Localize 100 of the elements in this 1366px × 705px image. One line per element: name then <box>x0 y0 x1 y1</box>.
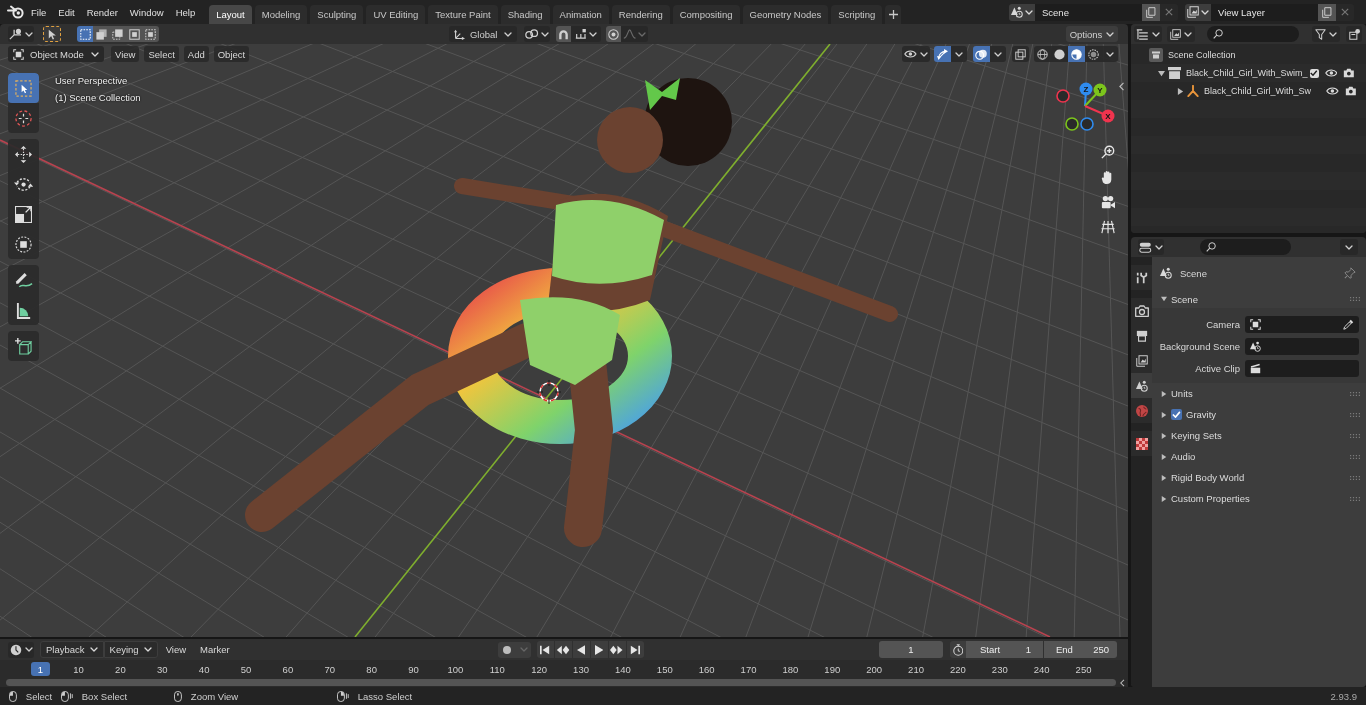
tool-button[interactable] <box>8 295 39 325</box>
scrollbar[interactable] <box>6 679 1117 686</box>
selection-mode-button[interactable] <box>93 26 110 42</box>
overlay-toggle[interactable] <box>973 46 990 62</box>
active-tool-button[interactable] <box>43 26 61 42</box>
options-dropdown[interactable]: Options <box>1066 26 1118 42</box>
shading-mode-button[interactable] <box>1085 46 1102 62</box>
proportional-edit-toggle[interactable] <box>605 26 621 42</box>
properties-tab[interactable] <box>1131 431 1152 456</box>
pivot-dropdown[interactable] <box>523 26 550 42</box>
workspace-tab[interactable]: Texture Paint <box>428 5 498 24</box>
preview-range-toggle[interactable] <box>950 641 966 658</box>
view-layer-browse-button[interactable] <box>1185 3 1211 21</box>
editor-type-button[interactable] <box>1138 239 1164 255</box>
menu-item[interactable]: Render <box>80 2 124 22</box>
properties-tab[interactable] <box>1131 348 1152 373</box>
workspace-tab[interactable]: Rendering <box>611 5 670 24</box>
object-picker-field[interactable] <box>1245 359 1359 377</box>
disclosure-triangle-icon[interactable] <box>1176 87 1184 95</box>
eye-icon[interactable] <box>1326 87 1339 95</box>
shading-dropdown[interactable] <box>1102 46 1118 62</box>
workspace-tab[interactable]: Animation <box>552 5 609 24</box>
copy-button[interactable] <box>1318 3 1336 21</box>
menu-dropdown[interactable]: Playback <box>40 641 104 658</box>
menu-item[interactable]: File <box>25 2 53 22</box>
copy-button[interactable] <box>1142 3 1160 21</box>
scene-name-field[interactable]: Scene <box>1035 3 1142 21</box>
app-logo-icon[interactable] <box>7 5 25 19</box>
workspace-tab[interactable]: Scripting <box>831 5 883 24</box>
drag-handle-icon[interactable] <box>1350 297 1360 301</box>
workspace-tab[interactable]: Compositing <box>672 5 740 24</box>
view-layer-dropdown[interactable] <box>1167 26 1195 42</box>
axis-handle[interactable]: X <box>1084 105 1115 123</box>
close-button[interactable] <box>1336 3 1354 21</box>
drag-handle-icon[interactable] <box>1350 475 1360 480</box>
shading-mode-button[interactable] <box>1034 46 1051 62</box>
playback-button[interactable] <box>608 641 626 658</box>
chevron-left-icon[interactable] <box>1119 82 1125 91</box>
outliner-row[interactable]: Black_Child_Girl_With_Swim_ <box>1131 64 1366 82</box>
negative-axis-handle[interactable] <box>1056 89 1070 103</box>
playback-button[interactable] <box>554 641 572 658</box>
drag-handle-icon[interactable] <box>1350 412 1360 417</box>
search-field[interactable] <box>1200 239 1291 255</box>
snap-options-dropdown[interactable] <box>570 26 601 42</box>
snap-toggle[interactable] <box>555 26 571 42</box>
shading-mode-button[interactable] <box>1068 46 1085 62</box>
add-workspace-button[interactable] <box>885 5 902 24</box>
negative-axis-handle[interactable] <box>1065 117 1079 131</box>
search-field[interactable] <box>1207 26 1299 42</box>
menu-item[interactable]: Add <box>183 46 209 62</box>
editor-type-button[interactable] <box>8 26 34 42</box>
workspace-tab[interactable]: Geometry Nodes <box>742 5 829 24</box>
properties-tab[interactable] <box>1131 298 1152 323</box>
drag-handle-icon[interactable] <box>1350 454 1360 459</box>
drag-handle-icon[interactable] <box>1350 496 1360 501</box>
drag-handle-icon[interactable] <box>1350 433 1360 438</box>
editor-type-button[interactable] <box>8 641 34 658</box>
menu-item[interactable]: View <box>111 46 140 62</box>
options-dropdown[interactable] <box>1340 239 1358 255</box>
object-picker-field[interactable] <box>1245 315 1359 333</box>
orientation-dropdown[interactable]: Global <box>448 26 517 42</box>
workspace-tab[interactable]: Shading <box>500 5 550 24</box>
menu-item[interactable]: Window <box>123 2 170 22</box>
workspace-tab[interactable]: Sculpting <box>310 5 364 24</box>
playback-button[interactable] <box>590 641 608 658</box>
outliner-row[interactable]: Black_Child_Girl_With_Sw <box>1131 82 1366 100</box>
start-frame-field[interactable]: Start 1 <box>966 641 1043 658</box>
view-layer-name-field[interactable]: View Layer <box>1211 3 1318 21</box>
xray-toggle[interactable] <box>1012 46 1029 62</box>
object-picker-field[interactable] <box>1245 337 1359 355</box>
eyedropper-icon[interactable] <box>1343 318 1354 330</box>
negative-axis-handle[interactable] <box>1080 117 1094 131</box>
auto-keying-toggle[interactable] <box>497 641 517 658</box>
disclosure-triangle-icon[interactable] <box>1157 69 1165 77</box>
gizmo-dropdown[interactable] <box>951 46 967 62</box>
properties-tab[interactable] <box>1131 373 1152 398</box>
gizmo-toggle[interactable] <box>934 46 951 62</box>
tool-button[interactable] <box>8 331 39 361</box>
tool-button[interactable] <box>8 139 39 169</box>
menu-dropdown[interactable]: Keying <box>103 641 158 658</box>
checkbox[interactable] <box>1309 68 1319 78</box>
properties-tab[interactable] <box>1131 265 1152 290</box>
workspace-tab[interactable]: UV Editing <box>366 5 426 24</box>
chevron-left-icon[interactable] <box>1120 678 1125 687</box>
mode-dropdown[interactable]: Object Mode <box>8 46 104 62</box>
tool-button[interactable] <box>8 229 39 259</box>
display-mode-dropdown[interactable] <box>1134 26 1162 42</box>
current-frame-field[interactable]: 1 <box>879 641 943 658</box>
filter-dropdown[interactable] <box>1312 26 1340 42</box>
drag-handle-icon[interactable] <box>1350 391 1360 396</box>
camera-icon[interactable] <box>1344 86 1357 96</box>
workspace-tab[interactable]: Layout <box>209 5 252 24</box>
playback-button[interactable] <box>536 641 554 658</box>
workspace-tab[interactable]: Modeling <box>254 5 308 24</box>
menu-item[interactable]: Help <box>169 2 202 22</box>
menu-item[interactable]: Edit <box>52 2 81 22</box>
tool-button[interactable] <box>8 265 39 295</box>
camera-icon[interactable] <box>1343 68 1355 78</box>
visibility-dropdown[interactable] <box>902 46 930 62</box>
end-frame-field[interactable]: End 250 <box>1044 641 1117 658</box>
